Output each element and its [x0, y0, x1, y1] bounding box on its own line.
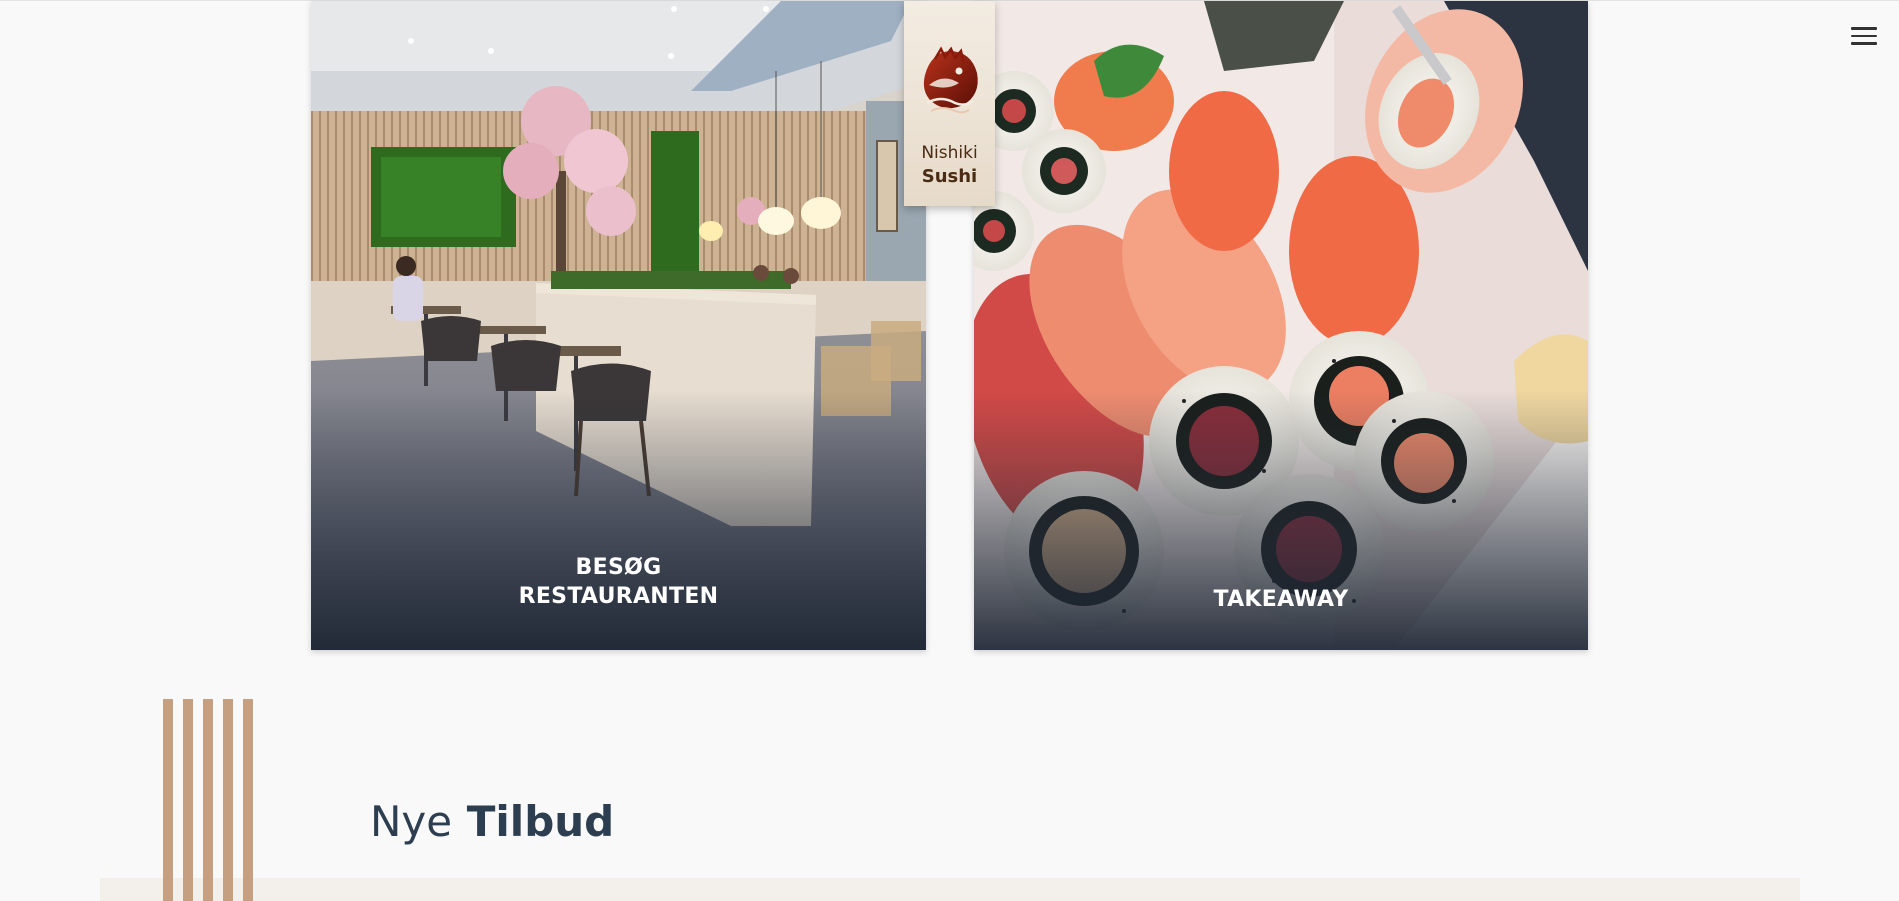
brand-name-line2: Sushi — [921, 166, 978, 187]
decorative-stripes — [163, 699, 255, 901]
visit-restaurant-card[interactable]: BESØG RESTAURANTEN — [311, 1, 926, 650]
visit-restaurant-label-line1: BESØG — [575, 555, 662, 580]
hamburger-menu-icon[interactable] — [1848, 24, 1880, 48]
visit-restaurant-label: BESØG RESTAURANTEN — [311, 553, 926, 611]
takeaway-label: TAKEAWAY — [974, 585, 1588, 614]
brand-name-line1: Nishiki — [921, 143, 978, 163]
takeaway-card[interactable]: TAKEAWAY — [974, 1, 1588, 650]
menu-bar — [1851, 34, 1877, 37]
offers-heading-bold: Tilbud — [466, 797, 615, 846]
offers-panel — [100, 878, 1800, 901]
menu-bar — [1851, 27, 1877, 30]
koi-fish-logo-icon — [923, 46, 978, 114]
menu-bar — [1851, 42, 1877, 45]
visit-restaurant-label-line2: RESTAURANTEN — [518, 584, 719, 609]
takeaway-label-line1: TAKEAWAY — [1213, 587, 1349, 612]
offers-heading: Nye Tilbud — [370, 797, 614, 846]
offers-heading-light: Nye — [370, 797, 453, 846]
card-shade — [311, 390, 926, 650]
brand-logo-link[interactable]: Nishiki Sushi — [904, 1, 995, 206]
